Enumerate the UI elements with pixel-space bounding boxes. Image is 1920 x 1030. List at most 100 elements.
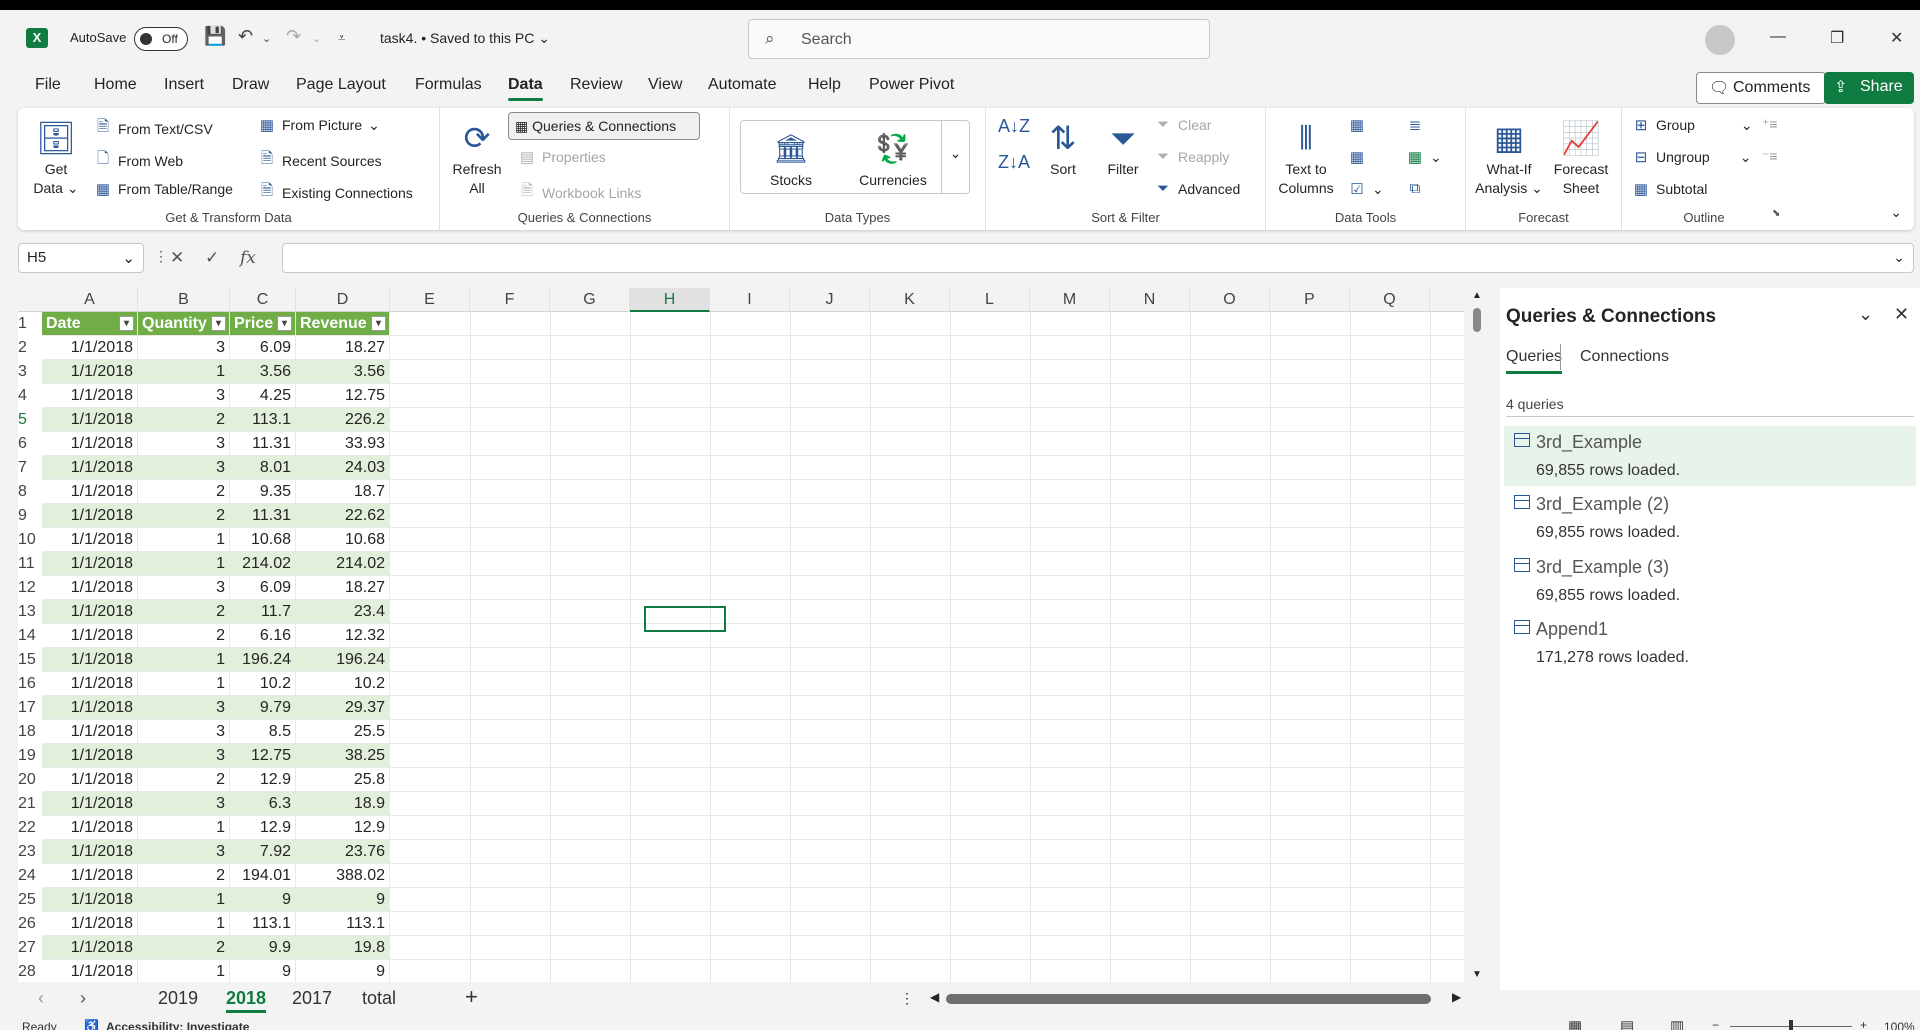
horizontal-scroll-thumb[interactable] bbox=[946, 994, 1431, 1004]
from-web-button[interactable]: 🗋 From Web bbox=[94, 148, 183, 173]
table-cell[interactable]: 2 bbox=[138, 864, 230, 888]
table-cell[interactable]: 1/1/2018 bbox=[42, 552, 138, 576]
table-cell[interactable]: 1/1/2018 bbox=[42, 744, 138, 768]
table-cell[interactable]: 24.03 bbox=[296, 456, 390, 480]
table-cell[interactable]: 1/1/2018 bbox=[42, 960, 138, 982]
add-sheet-icon[interactable]: + bbox=[465, 984, 478, 1010]
table-cell[interactable]: 18.9 bbox=[296, 792, 390, 816]
undo-icon[interactable]: ↶ bbox=[238, 26, 253, 47]
table-cell[interactable]: 226.2 bbox=[296, 408, 390, 432]
reapply-button[interactable]: ⏷ Reapply bbox=[1154, 148, 1229, 165]
table-cell[interactable]: 1/1/2018 bbox=[42, 840, 138, 864]
table-cell[interactable]: 1 bbox=[138, 816, 230, 840]
workbook-links-button[interactable]: 🗎 Workbook Links bbox=[518, 180, 641, 205]
sheet-tab-2018[interactable]: 2018 bbox=[226, 988, 267, 1013]
table-cell[interactable]: 1/1/2018 bbox=[42, 912, 138, 936]
table-cell[interactable]: 12.9 bbox=[230, 768, 296, 792]
table-cell[interactable]: 12.9 bbox=[230, 816, 296, 840]
row-header[interactable]: 15 bbox=[18, 648, 42, 672]
table-cell[interactable]: 1/1/2018 bbox=[42, 816, 138, 840]
subtotal-button[interactable]: ▦ Subtotal bbox=[1632, 180, 1707, 198]
zoom-in-icon[interactable]: + bbox=[1860, 1018, 1867, 1030]
expand-formula-bar-icon[interactable]: ⌄ bbox=[1893, 249, 1905, 266]
table-cell[interactable]: 1/1/2018 bbox=[42, 384, 138, 408]
table-cell[interactable]: 1/1/2018 bbox=[42, 864, 138, 888]
advanced-button[interactable]: ⏷ Advanced bbox=[1154, 180, 1240, 197]
table-cell[interactable]: 6.09 bbox=[230, 576, 296, 600]
table-cell[interactable]: 196.24 bbox=[230, 648, 296, 672]
row-header[interactable]: 22 bbox=[18, 816, 42, 840]
table-cell[interactable]: 25.5 bbox=[296, 720, 390, 744]
table-cell[interactable]: 214.02 bbox=[296, 552, 390, 576]
table-cell[interactable]: 4.25 bbox=[230, 384, 296, 408]
table-cell[interactable]: 23.76 bbox=[296, 840, 390, 864]
scroll-up-icon[interactable]: ▲ bbox=[1472, 290, 1482, 301]
active-cell-h5[interactable] bbox=[644, 606, 726, 632]
table-cell[interactable]: 2 bbox=[138, 600, 230, 624]
table-cell[interactable]: 10.68 bbox=[296, 528, 390, 552]
redo-dropdown-icon[interactable]: ⌄ bbox=[312, 32, 321, 45]
tab-power-pivot[interactable]: Power Pivot bbox=[869, 76, 954, 94]
table-cell[interactable]: 10.68 bbox=[230, 528, 296, 552]
document-title[interactable]: task4. • Saved to this PC ⌄ bbox=[380, 30, 550, 47]
table-cell[interactable]: 3 bbox=[138, 432, 230, 456]
filter-dropdown-icon[interactable]: ▾ bbox=[119, 316, 134, 331]
accessibility-status[interactable]: Accessibility: Investigate bbox=[106, 1020, 249, 1030]
tab-data[interactable]: Data bbox=[508, 76, 543, 101]
row-header[interactable]: 2 bbox=[18, 336, 42, 360]
worksheet-grid[interactable]: ABCDEFGHIJKLMNOPQ 1 2 3 4 5 6 7 8 9 10 11 12 13 14 15 1… bbox=[18, 288, 1464, 982]
column-header-f[interactable]: F bbox=[470, 288, 550, 312]
vertical-scrollbar[interactable]: ▲ ▼ bbox=[1470, 290, 1484, 980]
query-item[interactable]: 3rd_Example (3) 69,855 rows loaded. bbox=[1504, 551, 1916, 611]
table-cell[interactable]: 8.5 bbox=[230, 720, 296, 744]
table-cell[interactable]: 18.27 bbox=[296, 576, 390, 600]
row-header[interactable]: 17 bbox=[18, 696, 42, 720]
data-validation-icon[interactable]: ☑ ⌄ bbox=[1348, 180, 1383, 199]
table-cell[interactable]: 2 bbox=[138, 408, 230, 432]
table-cell[interactable]: 1/1/2018 bbox=[42, 576, 138, 600]
recent-sources-button[interactable]: 🗎 Recent Sources bbox=[258, 148, 382, 173]
row-header[interactable]: 26 bbox=[18, 912, 42, 936]
table-cell[interactable]: 6.3 bbox=[230, 792, 296, 816]
properties-button[interactable]: ▤ Properties bbox=[518, 148, 606, 166]
zoom-slider-thumb[interactable] bbox=[1789, 1020, 1793, 1030]
table-cell[interactable]: 22.62 bbox=[296, 504, 390, 528]
table-cell[interactable]: 1 bbox=[138, 912, 230, 936]
sheet-tab-total[interactable]: total bbox=[362, 988, 396, 1009]
close-icon[interactable]: ✕ bbox=[1890, 28, 1903, 48]
table-header-cell[interactable]: Price ▾ bbox=[230, 312, 296, 336]
tab-page-layout[interactable]: Page Layout bbox=[296, 76, 386, 94]
vertical-scroll-thumb[interactable] bbox=[1473, 308, 1481, 332]
table-cell[interactable]: 1/1/2018 bbox=[42, 432, 138, 456]
table-cell[interactable]: 6.09 bbox=[230, 336, 296, 360]
table-cell[interactable]: 1/1/2018 bbox=[42, 648, 138, 672]
table-header-cell[interactable]: Quantity ▾ bbox=[138, 312, 230, 336]
table-cell[interactable]: 1 bbox=[138, 360, 230, 384]
table-cell[interactable]: 11.31 bbox=[230, 432, 296, 456]
what-if-analysis-button[interactable]: ▦ What-If Analysis ⌄ bbox=[1474, 116, 1544, 198]
column-header-q[interactable]: Q bbox=[1350, 288, 1430, 312]
hide-detail-icon[interactable]: ⁻≡ bbox=[1762, 148, 1778, 165]
table-cell[interactable]: 1/1/2018 bbox=[42, 792, 138, 816]
row-header[interactable]: 9 bbox=[18, 504, 42, 528]
row-header[interactable]: 23 bbox=[18, 840, 42, 864]
relationships-icon[interactable]: ▦ ⌄ bbox=[1406, 148, 1442, 167]
group-button[interactable]: ⊞ Group ⌄ bbox=[1632, 116, 1753, 135]
table-cell[interactable]: 9.35 bbox=[230, 480, 296, 504]
more-options-icon[interactable]: ⋮ bbox=[154, 248, 168, 265]
query-item[interactable]: 3rd_Example 69,855 rows loaded. bbox=[1504, 426, 1916, 486]
flash-fill-icon[interactable]: ▦ bbox=[1348, 116, 1366, 134]
table-cell[interactable]: 2 bbox=[138, 504, 230, 528]
table-cell[interactable]: 33.93 bbox=[296, 432, 390, 456]
filter-dropdown-icon[interactable]: ▾ bbox=[371, 316, 386, 331]
row-header[interactable]: 18 bbox=[18, 720, 42, 744]
tab-insert[interactable]: Insert bbox=[164, 76, 204, 94]
table-cell[interactable]: 214.02 bbox=[230, 552, 296, 576]
zoom-level[interactable]: 100% bbox=[1884, 1020, 1915, 1030]
query-item[interactable]: 3rd_Example (2) 69,855 rows loaded. bbox=[1504, 488, 1916, 548]
table-cell[interactable]: 194.01 bbox=[230, 864, 296, 888]
row-header[interactable]: 21 bbox=[18, 792, 42, 816]
table-cell[interactable]: 1 bbox=[138, 552, 230, 576]
table-cell[interactable]: 1/1/2018 bbox=[42, 504, 138, 528]
row-header[interactable]: 1 bbox=[18, 312, 42, 336]
